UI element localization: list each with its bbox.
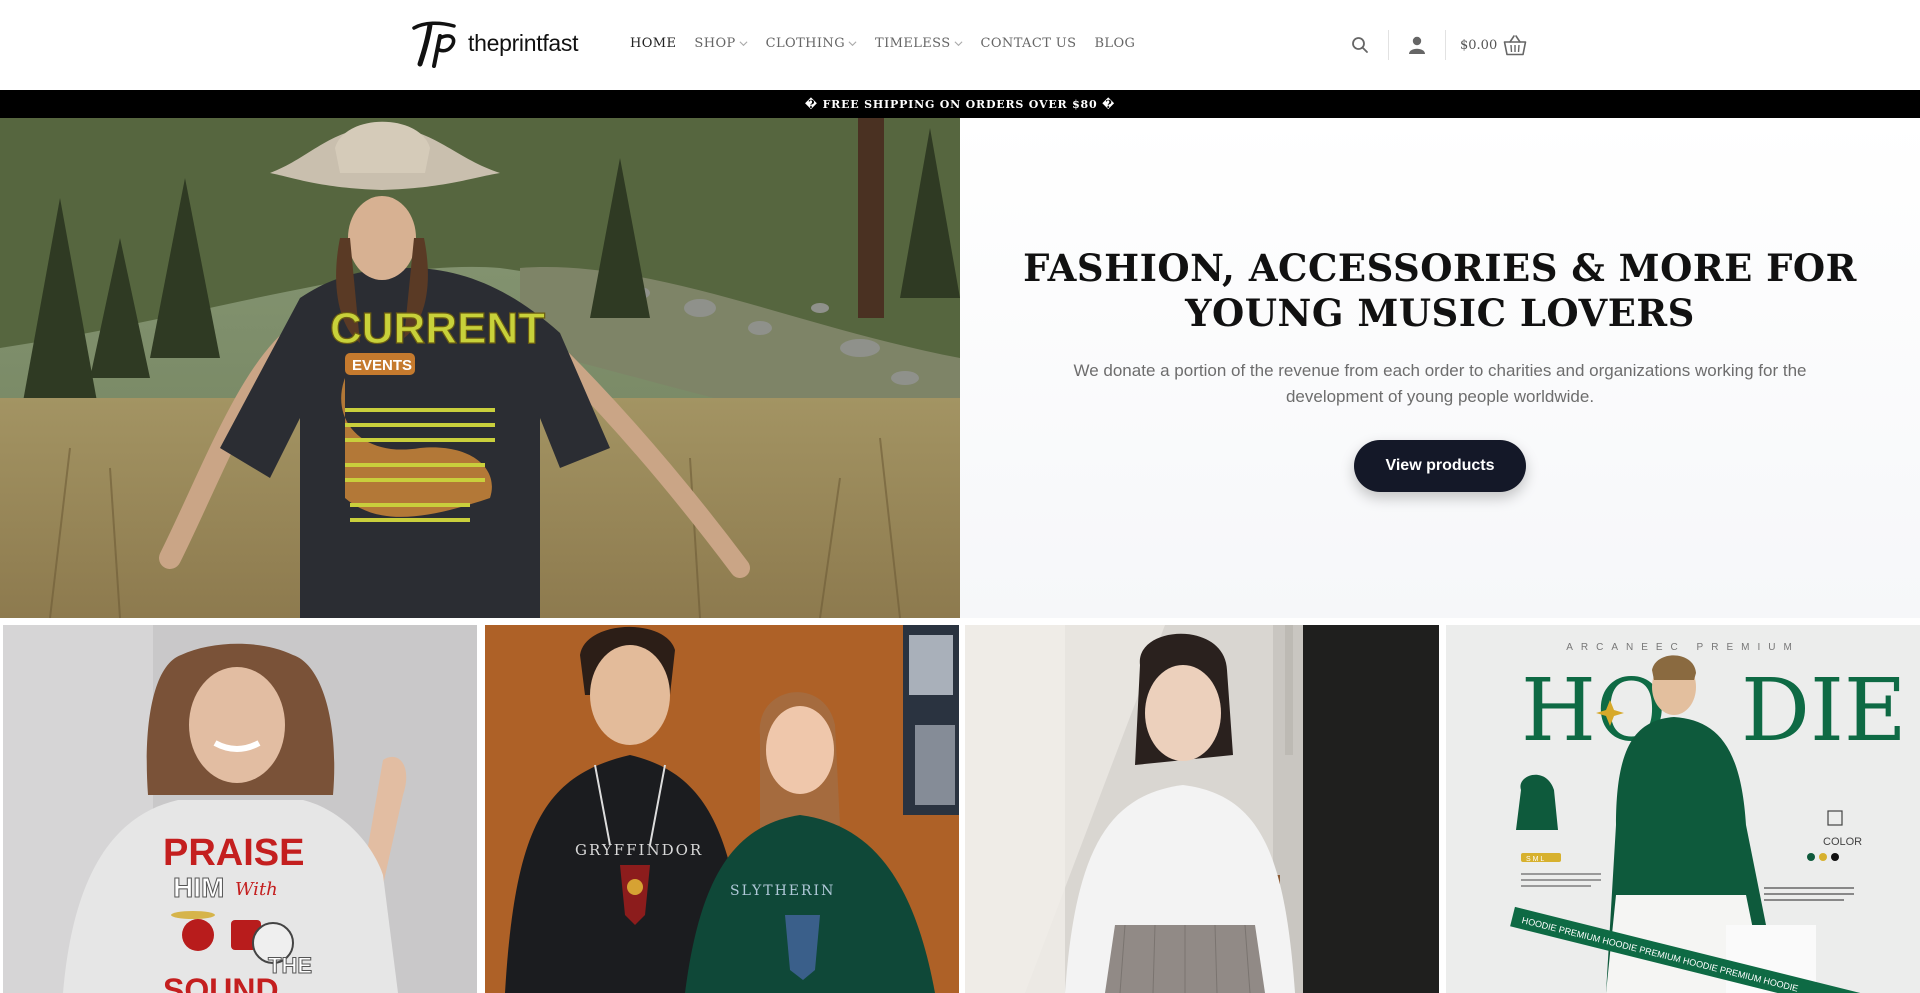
logo-mark-icon (412, 21, 456, 68)
search-button[interactable] (1340, 28, 1380, 62)
hero-title: FASHION, ACCESSORIES & MORE FOR YOUNG MU… (960, 246, 1920, 336)
hero-photo: CURRENT EVENTS (0, 118, 960, 618)
white-tee-photo (965, 625, 1439, 993)
hero-content: FASHION, ACCESSORIES & MORE FOR YOUNG MU… (960, 118, 1920, 618)
header-actions: $0.00 (1340, 28, 1527, 62)
hero-title-line2: YOUNG MUSIC LOVERS (1185, 291, 1695, 335)
logo-text: theprintfast (468, 29, 579, 56)
praise-print-line1: PRAISE (163, 832, 304, 874)
ad-brand-text: ARCANEEC PREMIUM (1566, 642, 1800, 653)
nav-clothing-label: CLOTHING (765, 36, 845, 51)
site-header: theprintfast HOME SHOP CLOTHING TIMELESS… (0, 0, 1920, 90)
praise-print-line2: HIM (173, 872, 224, 903)
cart-basket-icon (1503, 35, 1527, 56)
nav-clothing[interactable]: CLOTHING (766, 36, 857, 51)
praise-tee-photo: PRAISE HIM With THE SOUND (3, 625, 477, 993)
chevron-down-icon (848, 41, 857, 47)
nav-timeless-label: TIMELESS (875, 36, 951, 51)
view-products-button[interactable]: View products (1354, 440, 1526, 492)
ad-color-label: COLOR (1823, 836, 1862, 848)
main-nav: HOME SHOP CLOTHING TIMELESS CONTACT US B… (630, 36, 1135, 51)
hero-title-line1: FASHION, ACCESSORIES & MORE FOR (1023, 246, 1857, 290)
nav-contact-label: CONTACT US (980, 36, 1077, 51)
house-hoodies-photo: GRYFFINDOR SLYTHERIN (485, 625, 959, 993)
nav-timeless[interactable]: TIMELESS (875, 36, 963, 51)
nav-home-label: HOME (630, 36, 677, 51)
chevron-down-icon (954, 41, 962, 47)
product-tile-house-hoodies[interactable]: GRYFFINDOR SLYTHERIN (485, 625, 959, 993)
hero-image: CURRENT EVENTS (0, 118, 960, 618)
nav-home[interactable]: HOME (630, 36, 676, 51)
hero-description: We donate a portion of the revenue from … (1073, 361, 1807, 406)
green-hoodie-ad: ARCANEEC PREMIUM HO DIE S M L COLOR HOOD… (1446, 625, 1920, 993)
header-divider (1445, 30, 1446, 60)
cart-total: $0.00 (1460, 37, 1498, 53)
shirt-print-line1: CURRENT (330, 304, 545, 353)
nav-shop[interactable]: SHOP (694, 36, 748, 51)
site-logo[interactable]: theprintfast (410, 18, 578, 68)
account-icon (1409, 36, 1425, 54)
praise-print-line3: With (235, 879, 278, 900)
product-tile-green-hoodie[interactable]: ARCANEEC PREMIUM HO DIE S M L COLOR HOOD… (1446, 625, 1920, 993)
cart-button[interactable]: $0.00 (1460, 34, 1527, 56)
nav-shop-label: SHOP (694, 36, 736, 51)
chevron-down-icon (739, 41, 748, 47)
product-tile-praise-tee[interactable]: PRAISE HIM With THE SOUND (3, 625, 477, 993)
shirt-print-line2: EVENTS (352, 357, 412, 374)
header-divider (1388, 30, 1389, 60)
announcement-text: � FREE SHIPPING ON ORDERS OVER $80 � (804, 97, 1116, 111)
search-icon (1352, 37, 1368, 53)
nav-blog-label: BLOG (1094, 36, 1136, 51)
ad-headline-right: DIE (1741, 661, 1907, 761)
nav-blog[interactable]: BLOG (1094, 36, 1135, 51)
ad-size-tag: S M L (1526, 856, 1544, 863)
announcement-bar: � FREE SHIPPING ON ORDERS OVER $80 � (0, 90, 1920, 118)
nav-contact-us[interactable]: CONTACT US (981, 36, 1077, 51)
product-tile-white-tee[interactable] (965, 625, 1439, 993)
hoodie-right-print: SLYTHERIN (730, 883, 835, 899)
praise-print-line5: SOUND (163, 972, 279, 993)
account-button[interactable] (1397, 28, 1437, 62)
hoodie-left-print: GRYFFINDOR (575, 841, 703, 859)
